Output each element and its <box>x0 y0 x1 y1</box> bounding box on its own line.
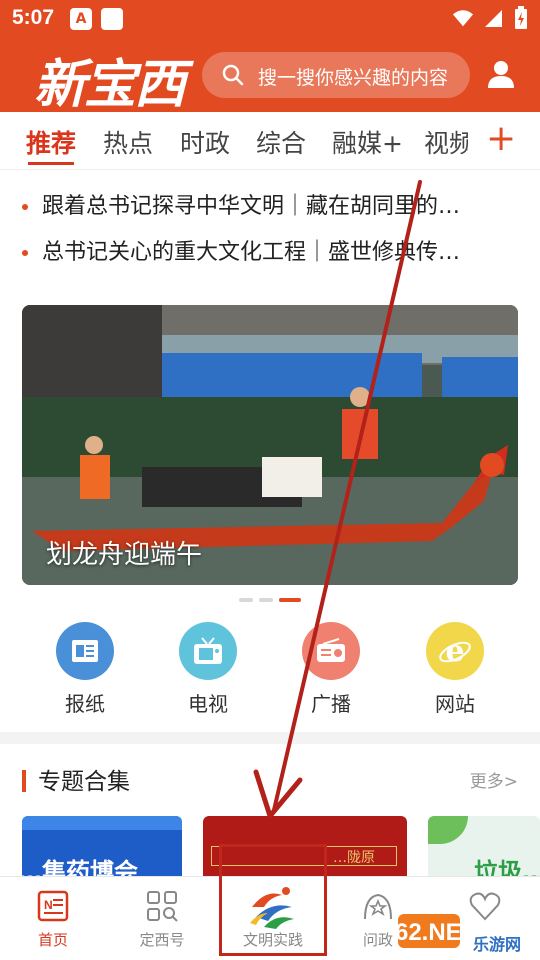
bullet-icon <box>22 250 28 256</box>
carousel-indicator <box>0 598 540 602</box>
topic-card[interactable]: 垃圾… <box>428 816 540 878</box>
tab-general[interactable]: 综合 <box>256 124 306 160</box>
headline-text: 总书记关心的重大文化工程｜盛世修典传… <box>42 240 461 265</box>
watermark-logo: 962.NET 乐游网 <box>398 914 534 954</box>
search-placeholder: 搜一搜你感兴趣的内容 <box>258 67 449 89</box>
quick-entry-newspaper[interactable]: 报纸 <box>40 622 130 717</box>
carousel-dot-active <box>279 598 301 602</box>
quick-entry-radio[interactable]: 广播 <box>286 622 376 717</box>
headline-text: 跟着总书记探寻中华文明｜藏在胡同里的… <box>42 194 461 219</box>
topic-card-band <box>22 816 182 830</box>
section-title: 专题合集 <box>22 762 130 796</box>
notification-app-icon: A <box>70 8 92 30</box>
tv-icon <box>179 622 237 680</box>
notification-square-icon <box>101 8 123 30</box>
search-box[interactable]: 搜一搜你感兴趣的内容 <box>202 52 470 98</box>
watermark-sub: 乐游网 <box>473 935 521 954</box>
newspaper-home-icon: N <box>37 890 69 922</box>
banner-caption: 划龙舟迎端午 <box>46 540 203 570</box>
topic-card[interactable]: …集药博会 <box>22 816 182 878</box>
topic-card-text: …陇原 <box>333 850 375 866</box>
section-accent-bar <box>22 770 26 792</box>
headline-item[interactable]: 跟着总书记探寻中华文明｜藏在胡同里的… <box>22 188 512 220</box>
grid-search-icon <box>147 891 178 922</box>
tab-video[interactable]: 视频 <box>424 124 468 160</box>
nav-home[interactable]: N 首页 <box>8 877 98 960</box>
svg-text:e: e <box>445 634 464 668</box>
section-title-text: 专题合集 <box>38 769 130 795</box>
wifi-icon <box>452 10 474 27</box>
carousel-dot <box>259 598 273 602</box>
quick-entry-tv[interactable]: 电视 <box>163 622 253 717</box>
topic-card-leaf <box>428 816 468 844</box>
radio-icon <box>302 622 360 680</box>
quick-entry-website[interactable]: e 网站 <box>410 622 500 717</box>
tab-media-plus[interactable]: 融媒+ <box>332 124 403 160</box>
headline-item[interactable]: 总书记关心的重大文化工程｜盛世修典传… <box>22 234 512 266</box>
tab-recommend[interactable]: 推荐 <box>26 124 76 160</box>
tab-hot[interactable]: 热点 <box>103 124 153 160</box>
signal-icon <box>485 10 502 27</box>
search-icon <box>222 64 244 86</box>
status-bar: 5:07 A <box>0 0 540 38</box>
app-logo: 新宝西 <box>34 54 186 115</box>
bullet-icon <box>22 204 28 210</box>
banner-carousel[interactable]: 划龙舟迎端午 <box>22 305 518 585</box>
tab-video-clipped[interactable]: 视频 <box>424 112 468 170</box>
nav-dingxi[interactable]: 定西号 <box>117 877 207 960</box>
battery-icon <box>515 6 527 29</box>
quick-entry-label: 广播 <box>311 692 351 716</box>
system-status-icons <box>452 6 528 30</box>
status-time: 5:07 <box>12 6 55 29</box>
highlight-box <box>219 844 327 956</box>
svg-text:N: N <box>44 898 53 912</box>
star-person-icon <box>364 893 392 920</box>
carousel-dot <box>239 598 253 602</box>
active-tab-indicator <box>28 162 74 165</box>
more-link[interactable]: 更多> <box>470 767 518 792</box>
category-tabs: 推荐 热点 时政 综合 融媒+ 视频 + <box>0 112 540 170</box>
quick-entry-label: 网站 <box>435 692 475 716</box>
nav-label: 定西号 <box>139 931 185 949</box>
nav-label: 首页 <box>37 931 68 949</box>
ie-icon: e <box>426 622 484 680</box>
topic-card-text: 垃圾… <box>474 858 540 878</box>
quick-entry-label: 报纸 <box>65 692 105 716</box>
add-tab-icon[interactable]: + <box>486 118 516 159</box>
topic-card-text: …集药博会 <box>22 858 138 878</box>
section-divider <box>0 732 540 744</box>
tab-politics[interactable]: 时政 <box>180 124 230 160</box>
newspaper-icon <box>56 622 114 680</box>
app-header: 新宝西 搜一搜你感兴趣的内容 <box>0 38 540 115</box>
quick-entry-label: 电视 <box>188 692 228 716</box>
user-profile-icon[interactable] <box>486 58 516 90</box>
